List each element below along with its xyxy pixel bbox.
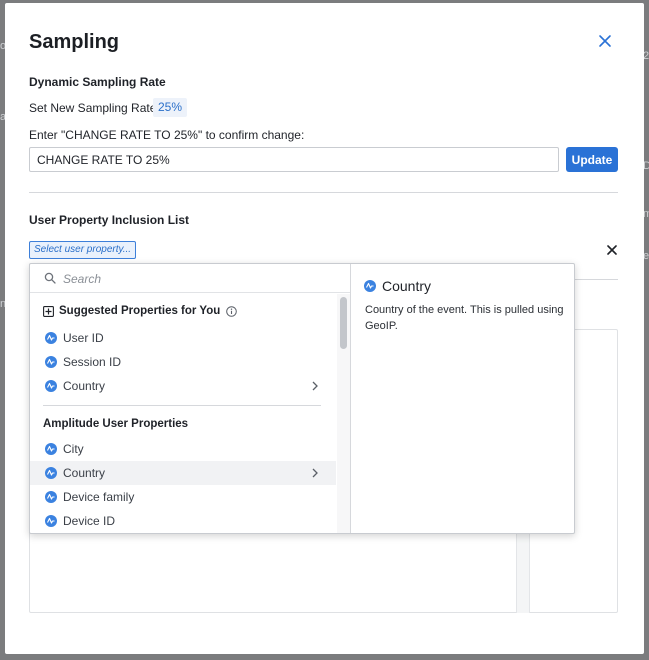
amplitude-group-header: Amplitude User Properties: [43, 418, 189, 430]
list-item-label: Country: [63, 466, 106, 480]
dynamic-sampling-heading: Dynamic Sampling Rate: [29, 75, 166, 89]
property-dropdown: Suggested Properties for You User ID Ses…: [29, 263, 575, 534]
confirm-rate-input[interactable]: [29, 147, 559, 172]
user-property-icon: [45, 356, 57, 368]
sparkle-box-icon: [43, 305, 54, 317]
list-item[interactable]: User ID: [30, 326, 336, 350]
set-rate-label: Set New Sampling Rate:: [29, 101, 160, 115]
user-property-icon: [364, 280, 376, 292]
list-item[interactable]: Country: [30, 374, 336, 398]
user-property-icon: [45, 380, 57, 392]
detail-description: Country of the event. This is pulled usi…: [365, 304, 564, 332]
list-item-label: Device family: [63, 490, 135, 504]
detail-title-text: Country: [382, 278, 432, 294]
info-icon[interactable]: [226, 305, 238, 317]
modal-title: Sampling: [29, 31, 120, 53]
list-item[interactable]: City: [30, 437, 336, 461]
user-property-icon: [45, 515, 57, 527]
rate-value-badge: 25%: [153, 98, 188, 117]
user-property-icon: [45, 491, 57, 503]
list-item[interactable]: Session ID: [30, 350, 336, 374]
suggested-group-header: Suggested Properties for You: [43, 305, 238, 317]
list-item-highlighted[interactable]: Country: [30, 461, 336, 485]
group-divider: [43, 405, 321, 406]
sampling-modal: Sampling Dynamic Sampling Rate Set New S…: [5, 3, 644, 654]
property-list[interactable]: Suggested Properties for You User ID Ses…: [30, 294, 337, 533]
list-item-label: Session ID: [63, 355, 122, 369]
suggested-group-label: Suggested Properties for You: [59, 305, 221, 317]
list-item-label: City: [63, 442, 84, 456]
list-scrollbar-thumb[interactable]: [340, 297, 347, 349]
user-property-icon: [45, 467, 57, 479]
update-button[interactable]: Update: [566, 147, 618, 172]
close-icon[interactable]: [597, 33, 613, 49]
chevron-right-icon: [312, 468, 318, 478]
list-item-label: Country: [63, 379, 106, 393]
detail-title: Country: [364, 278, 431, 294]
clear-icon[interactable]: [605, 243, 619, 257]
list-item[interactable]: Device family: [30, 485, 336, 509]
section-divider: [29, 192, 618, 193]
property-detail-pane: Country Country of the event. This is pu…: [352, 264, 575, 533]
search-input[interactable]: [63, 269, 333, 288]
select-user-property-button[interactable]: Select user property...: [29, 241, 137, 259]
user-property-icon: [45, 332, 57, 344]
search-row: [30, 264, 350, 293]
chevron-right-icon: [312, 381, 318, 391]
property-list-pane: Suggested Properties for You User ID Ses…: [30, 264, 351, 533]
user-property-icon: [45, 443, 57, 455]
list-item[interactable]: Device ID: [30, 509, 336, 533]
search-icon: [44, 272, 56, 284]
inclusion-list-heading: User Property Inclusion List: [29, 213, 190, 227]
list-item-label: User ID: [63, 331, 104, 345]
list-item-label: Device ID: [63, 514, 116, 528]
confirm-prompt: Enter "CHANGE RATE TO 25%" to confirm ch…: [29, 128, 305, 142]
